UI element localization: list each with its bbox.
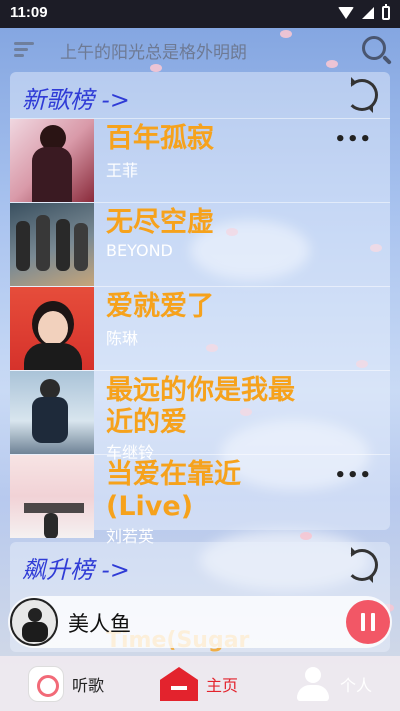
song-row[interactable]: 爱就爱了 陈琳 xyxy=(10,286,390,370)
song-row[interactable]: 当爱在靠近 (Live) 刘若英 ••• xyxy=(10,454,390,546)
cover-figure xyxy=(74,223,88,271)
signal-icon xyxy=(362,7,374,19)
section-header: 新歌榜 -> xyxy=(10,72,390,118)
status-bar: 11:09 xyxy=(0,0,400,28)
album-cover xyxy=(10,203,94,286)
song-title: 最远的你是我最近的爱 xyxy=(106,375,295,438)
cover-figure-body xyxy=(32,397,68,443)
top-bar: 上午的阳光总是格外明朗 xyxy=(0,28,400,72)
cover-figure-head xyxy=(40,379,60,399)
cover-figure xyxy=(36,215,50,271)
song-row[interactable]: 无尽空虚 BEYOND xyxy=(10,202,390,286)
home-icon xyxy=(160,667,198,701)
now-playing-title: 美人鱼 xyxy=(68,612,131,636)
nav-home[interactable]: 主页 xyxy=(160,666,238,702)
mini-player[interactable]: 美人鱼 xyxy=(8,596,392,648)
refresh-icon[interactable] xyxy=(346,77,378,113)
song-artist: 王菲 xyxy=(106,161,139,180)
status-icons xyxy=(338,4,390,20)
cover-text-strip xyxy=(24,503,84,513)
nav-listen-label: 听歌 xyxy=(72,676,105,695)
song-title: 百年孤寂 xyxy=(106,123,214,154)
new-songs-title[interactable]: 新歌榜 -> xyxy=(22,80,130,115)
more-icon[interactable]: ••• xyxy=(334,465,372,486)
section-header: 飙升榜 -> xyxy=(10,542,390,588)
song-row[interactable]: 最远的你是我最近的爱 车继铃 xyxy=(10,370,390,462)
cover-figure-head xyxy=(28,608,42,622)
new-songs-section: 新歌榜 -> 百年孤寂 王菲 ••• 无尽空虚 BEYOND 爱就爱了 陈琳 最… xyxy=(10,72,390,546)
refresh-icon[interactable] xyxy=(346,547,378,583)
nav-profile[interactable]: 个人 xyxy=(294,666,372,702)
now-playing-cover xyxy=(10,598,58,646)
pause-button[interactable] xyxy=(346,600,390,644)
album-cover xyxy=(10,119,94,202)
song-title: 无尽空虚 xyxy=(106,207,214,238)
cover-figure xyxy=(16,221,30,271)
pause-icon xyxy=(361,613,365,631)
album-cover xyxy=(10,371,94,454)
header-marquee: 上午的阳光总是格外明朗 xyxy=(60,43,247,63)
cover-figure-body xyxy=(32,147,72,202)
search-icon[interactable] xyxy=(362,36,386,60)
menu-icon[interactable] xyxy=(14,42,34,58)
song-row[interactable]: 百年孤寂 王菲 ••• xyxy=(10,118,390,202)
bottom-nav: 听歌 主页 个人 xyxy=(0,656,400,711)
more-icon[interactable]: ••• xyxy=(334,129,372,150)
song-list: 百年孤寂 王菲 ••• 无尽空虚 BEYOND 爱就爱了 陈琳 最远的你是我最近… xyxy=(10,118,390,546)
song-title: 爱就爱了 xyxy=(106,291,214,322)
person-icon xyxy=(294,665,332,703)
pause-icon xyxy=(371,613,375,631)
cover-figure-body xyxy=(24,343,82,370)
status-time: 11:09 xyxy=(10,4,48,21)
nav-profile-label: 个人 xyxy=(340,676,373,695)
album-cover xyxy=(10,455,94,538)
cover-figure xyxy=(56,219,70,271)
song-artist: BEYOND xyxy=(106,241,173,260)
cover-figure xyxy=(44,513,58,538)
nav-listen[interactable]: 听歌 xyxy=(28,666,104,702)
cover-figure-face xyxy=(38,311,68,345)
battery-icon xyxy=(382,4,390,20)
wifi-icon xyxy=(338,7,354,19)
music-icon xyxy=(28,666,64,702)
cover-figure-body xyxy=(22,622,48,642)
nav-home-label: 主页 xyxy=(206,676,239,695)
album-cover xyxy=(10,287,94,370)
rising-songs-title[interactable]: 飙升榜 -> xyxy=(22,550,130,585)
song-title: 当爱在靠近 (Live) xyxy=(106,459,241,522)
song-artist: 陈琳 xyxy=(106,329,139,348)
